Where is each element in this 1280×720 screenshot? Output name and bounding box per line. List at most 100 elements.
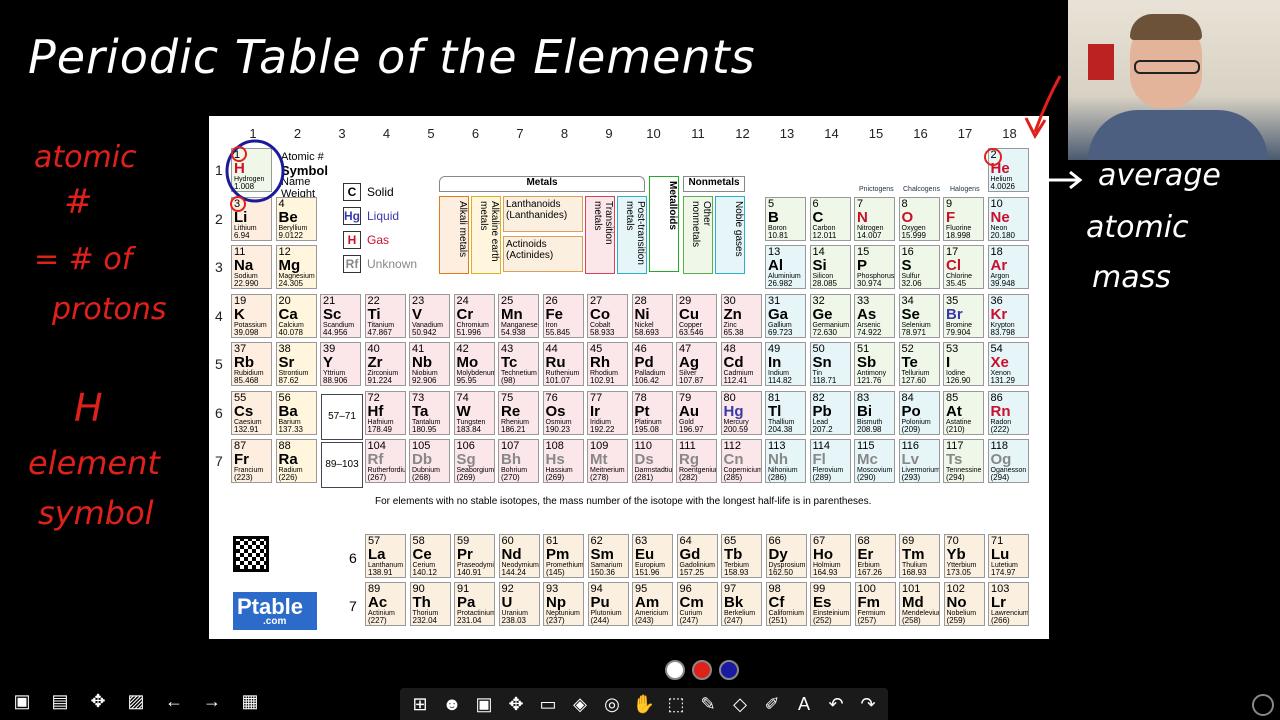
element-cell-c[interactable]: 6 C Carbon 12.011 bbox=[809, 196, 851, 241]
element-cell-f[interactable]: 9 F Fluorine 18.998 bbox=[943, 196, 984, 241]
element-cell-k[interactable]: 19 K Potassium 39.098 bbox=[231, 293, 272, 338]
element-cell-dy[interactable]: 66 Dy Dysprosium 162.50 bbox=[765, 534, 807, 578]
element-cell-u[interactable]: 92 U Uranium 238.03 bbox=[498, 582, 540, 626]
element-cell-np[interactable]: 93 Np Neptunium (237) bbox=[543, 582, 584, 626]
element-cell-sm[interactable]: 62 Sm Samarium 150.36 bbox=[587, 534, 629, 578]
element-cell-o[interactable]: 8 O Oxygen 15.999 bbox=[898, 196, 940, 241]
people-icon[interactable]: ☻ bbox=[438, 690, 466, 718]
undo-icon[interactable]: ↶ bbox=[822, 690, 850, 718]
element-cell-er[interactable]: 68 Er Erbium 167.26 bbox=[854, 534, 896, 578]
element-cell-co[interactable]: 27 Co Cobalt 58.933 bbox=[587, 293, 628, 338]
element-cell-ar[interactable]: 18 Ar Argon 39.948 bbox=[987, 245, 1029, 289]
element-cell-bi[interactable]: 83 Bi Bismuth 208.98 bbox=[854, 390, 895, 435]
pen-color-0[interactable] bbox=[665, 660, 685, 680]
element-cell-ts[interactable]: 117 Ts Tennessine (294) bbox=[943, 439, 984, 483]
element-cell-no[interactable]: 102 No Nobelium (259) bbox=[943, 582, 985, 626]
move-icon[interactable]: ✥ bbox=[502, 690, 530, 718]
element-cell-eu[interactable]: 63 Eu Europium 151.96 bbox=[632, 534, 673, 578]
element-cell-s[interactable]: 16 S Sulfur 32.06 bbox=[898, 245, 940, 289]
text-icon[interactable]: A bbox=[790, 690, 818, 718]
element-cell-ge[interactable]: 32 Ge Germanium 72.630 bbox=[809, 293, 851, 338]
spiral-icon[interactable]: ◎ bbox=[598, 690, 626, 718]
element-cell-fm[interactable]: 100 Fm Fermium (257) bbox=[854, 582, 896, 626]
forward-arrow-icon[interactable]: → bbox=[198, 688, 226, 716]
element-cell-au[interactable]: 79 Au Gold 196.97 bbox=[676, 390, 717, 435]
element-cell-tb[interactable]: 65 Tb Terbium 158.93 bbox=[721, 534, 762, 578]
element-cell-br[interactable]: 35 Br Bromine 79.904 bbox=[943, 293, 984, 338]
windows-icon[interactable]: ⊞ bbox=[406, 690, 434, 718]
element-cell-og[interactable]: 118 Og Oganesson (294) bbox=[987, 439, 1029, 483]
element-cell-xe[interactable]: 54 Xe Xenon 131.29 bbox=[987, 342, 1029, 386]
element-cell-pm[interactable]: 61 Pm Promethium (145) bbox=[543, 534, 584, 578]
element-cell-pt[interactable]: 78 Pt Platinum 195.08 bbox=[631, 390, 673, 435]
element-cell-cm[interactable]: 96 Cm Curium (247) bbox=[676, 582, 718, 626]
element-cell-pr[interactable]: 59PrPraseodymium140.91 bbox=[454, 534, 495, 578]
element-cell-ni[interactable]: 28 Ni Nickel 58.693 bbox=[631, 293, 673, 338]
element-cell-be[interactable]: 4 Be Beryllium 9.0122 bbox=[275, 196, 317, 241]
element-cell-mt[interactable]: 109 Mt Meitnerium (278) bbox=[587, 439, 628, 483]
element-cell-sc[interactable]: 21 Sc Scandium 44.956 bbox=[320, 293, 361, 338]
element-cell-fe[interactable]: 26 Fe Iron 55.845 bbox=[542, 293, 584, 338]
element-cell-db[interactable]: 105 Db Dubnium (268) bbox=[409, 439, 450, 483]
ptable-logo[interactable]: Ptable .com bbox=[233, 592, 317, 630]
element-cell-sb[interactable]: 51 Sb Antimony 121.76 bbox=[854, 342, 895, 386]
element-cell-po[interactable]: 84 Po Polonium (209) bbox=[898, 390, 940, 435]
element-cell-n[interactable]: 7 N Nitrogen 14.007 bbox=[854, 196, 895, 241]
element-cell-ti[interactable]: 22 Ti Titanium 47.867 bbox=[364, 293, 406, 338]
element-cell-lv[interactable]: 116 Lv Livermorium (293) bbox=[898, 439, 940, 483]
element-cell-yb[interactable]: 70 Yb Ytterbium 173.05 bbox=[943, 534, 985, 578]
element-cell-cf[interactable]: 98 Cf Californium (251) bbox=[765, 582, 807, 626]
element-cell-p[interactable]: 15 P Phosphorus 30.974 bbox=[854, 245, 895, 289]
element-cell-cd[interactable]: 48 Cd Cadmium 112.41 bbox=[720, 342, 762, 386]
element-cell-kr[interactable]: 36 Kr Krypton 83.798 bbox=[987, 293, 1029, 338]
element-cell-fl[interactable]: 114 Fl Flerovium (289) bbox=[809, 439, 851, 483]
element-cell-ne[interactable]: 10 Ne Neon 20.180 bbox=[987, 196, 1029, 241]
element-cell-ho[interactable]: 67 Ho Holmium 164.93 bbox=[810, 534, 851, 578]
element-cell-gd[interactable]: 64 Gd Gadolinium 157.25 bbox=[676, 534, 718, 578]
element-cell-am[interactable]: 95 Am Americium (243) bbox=[632, 582, 673, 626]
pen-color-2[interactable] bbox=[719, 660, 739, 680]
element-cell-li[interactable]: 3 Li Lithium 6.94 bbox=[231, 196, 272, 241]
element-cell-ru[interactable]: 44 Ru Ruthenium 101.07 bbox=[542, 342, 584, 386]
element-cell-nh[interactable]: 113 Nh Nihonium (286) bbox=[765, 439, 806, 483]
element-cell-cn[interactable]: 112 Cn Copernicium (285) bbox=[720, 439, 762, 483]
element-cell-ga[interactable]: 31 Ga Gallium 69.723 bbox=[765, 293, 806, 338]
element-cell-ag[interactable]: 47 Ag Silver 107.87 bbox=[676, 342, 717, 386]
element-cell-rg[interactable]: 111 Rg Roentgenium (282) bbox=[676, 439, 717, 483]
element-cell-pb[interactable]: 82 Pb Lead 207.2 bbox=[809, 390, 851, 435]
element-cell-zn[interactable]: 30 Zn Zinc 65.38 bbox=[720, 293, 762, 338]
element-cell-lu[interactable]: 71 Lu Lutetium 174.97 bbox=[988, 534, 1029, 578]
element-cell-es[interactable]: 99 Es Einsteinium (252) bbox=[810, 582, 851, 626]
element-cell-re[interactable]: 75 Re Rhenium 186.21 bbox=[498, 390, 539, 435]
element-cell-ds[interactable]: 110DsDarmstadtium(281) bbox=[631, 439, 673, 483]
element-cell-ca[interactable]: 20 Ca Calcium 40.078 bbox=[275, 293, 317, 338]
element-cell-th[interactable]: 90 Th Thorium 232.04 bbox=[409, 582, 451, 626]
element-cell-mg[interactable]: 12 Mg Magnesium 24.305 bbox=[275, 245, 317, 289]
cube-icon[interactable]: ◈ bbox=[566, 690, 594, 718]
element-cell-la[interactable]: 57 La Lanthanum 138.91 bbox=[365, 534, 406, 578]
element-cell-sn[interactable]: 50 Sn Tin 118.71 bbox=[809, 342, 851, 386]
element-cell-bk[interactable]: 97 Bk Berkelium (247) bbox=[721, 582, 762, 626]
element-cell-hf[interactable]: 72 Hf Hafnium 178.49 bbox=[364, 390, 406, 435]
move-icon[interactable]: ✥ bbox=[84, 688, 112, 716]
element-cell-tc[interactable]: 43 Tc Technetium (98) bbox=[498, 342, 539, 386]
element-cell-h[interactable]: 1 H Hydrogen 1.008 bbox=[231, 148, 272, 192]
element-cell-tl[interactable]: 81 Tl Thallium 204.38 bbox=[765, 390, 806, 435]
redo-icon[interactable]: ↷ bbox=[854, 690, 882, 718]
select-icon[interactable]: ⬚ bbox=[662, 690, 690, 718]
element-cell-rf[interactable]: 104RfRutherfordium(267) bbox=[364, 439, 406, 483]
draw-screen-icon[interactable]: ▨ bbox=[122, 688, 150, 716]
element-cell-al[interactable]: 13 Al Aluminium 26.982 bbox=[765, 245, 806, 289]
element-cell-i[interactable]: 53 I Iodine 126.90 bbox=[943, 342, 984, 386]
element-cell-at[interactable]: 85 At Astatine (210) bbox=[943, 390, 984, 435]
element-cell-pa[interactable]: 91 Pa Protactinium 231.04 bbox=[454, 582, 495, 626]
element-cell-as[interactable]: 33 As Arsenic 74.922 bbox=[854, 293, 895, 338]
element-cell-cl[interactable]: 17 Cl Chlorine 35.45 bbox=[943, 245, 984, 289]
element-cell-in[interactable]: 49 In Indium 114.82 bbox=[765, 342, 806, 386]
element-cell-mn[interactable]: 25 Mn Manganese 54.938 bbox=[498, 293, 539, 338]
element-cell-ac[interactable]: 89 Ac Actinium (227) bbox=[365, 582, 406, 626]
element-cell-tm[interactable]: 69 Tm Thulium 168.93 bbox=[899, 534, 940, 578]
element-cell-ta[interactable]: 73 Ta Tantalum 180.95 bbox=[409, 390, 450, 435]
element-cell-rh[interactable]: 45 Rh Rhodium 102.91 bbox=[587, 342, 628, 386]
element-cell-cu[interactable]: 29 Cu Copper 63.546 bbox=[676, 293, 717, 338]
